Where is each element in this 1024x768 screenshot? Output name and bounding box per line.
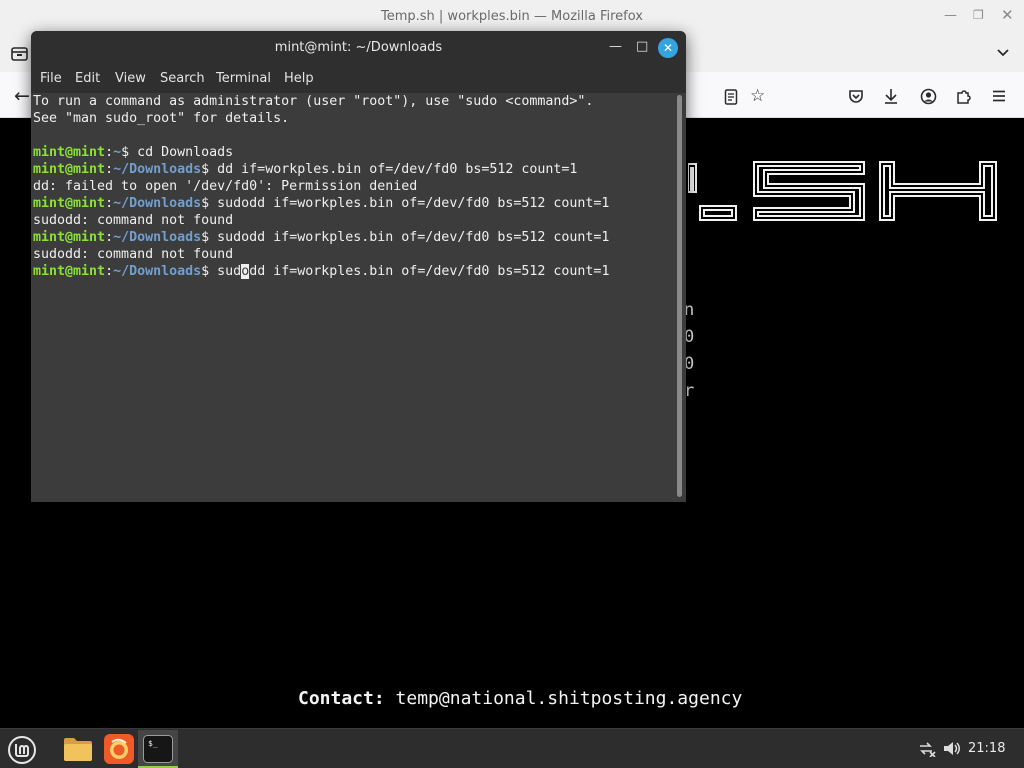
close-icon[interactable]: ✕ (1001, 6, 1014, 24)
terminal-prompt-line: mint@mint:~/Downloads$ dd if=workples.bi… (33, 162, 578, 177)
contact-label: Contact: (298, 688, 385, 709)
minimize-icon[interactable]: — (609, 39, 622, 55)
terminal-app-icon: $_ (143, 735, 173, 763)
prompt-user: mint@mint (33, 196, 106, 211)
terminal-title: mint@mint: ~/Downloads (274, 40, 443, 55)
reader-view-icon[interactable] (724, 89, 738, 105)
svg-text:$_: $_ (148, 739, 158, 748)
menu-terminal[interactable]: Terminal (216, 71, 271, 86)
downloads-icon[interactable] (883, 88, 899, 105)
account-icon[interactable] (920, 88, 937, 105)
firefox-view-icon[interactable] (11, 46, 28, 62)
volume-icon[interactable] (943, 740, 961, 757)
command-text: dd if=workples.bin of=/dev/fd0 bs=512 co… (217, 162, 578, 177)
contact-email-link[interactable]: temp@national.shitposting.agency (396, 688, 743, 709)
minimize-icon[interactable]: — (944, 8, 957, 23)
maximize-icon[interactable]: □ (636, 39, 648, 55)
prompt-user: mint@mint (33, 230, 106, 245)
terminal-output[interactable]: To run a command as administrator (user … (31, 93, 674, 502)
prompt-path: ~/Downloads (113, 162, 202, 177)
command-text: sudodd if=workples.bin of=/dev/fd0 bs=51… (217, 196, 610, 211)
terminal-line: See "man sudo_root" for details. (33, 111, 290, 126)
terminal-prompt-line: mint@mint:~/Downloads$ sudodd if=workple… (33, 230, 610, 245)
extensions-puzzle-icon[interactable] (956, 88, 973, 105)
terminal-line: dd: failed to open '/dev/fd0': Permissio… (33, 179, 418, 194)
close-icon[interactable]: ✕ (658, 38, 678, 58)
command-text-before-cursor: sud (217, 264, 242, 279)
command-text-after-cursor: dd if=workples.bin of=/dev/fd0 bs=512 co… (249, 264, 610, 279)
prompt-user: mint@mint (33, 162, 106, 177)
prompt-path: ~ (113, 145, 122, 160)
text-cursor: o (241, 264, 250, 279)
prompt-path: ~/Downloads (113, 230, 202, 245)
command-text: sudodd if=workples.bin of=/dev/fd0 bs=51… (217, 230, 610, 245)
terminal-prompt-line: mint@mint:~/Downloads$ sudodd if=workple… (33, 196, 610, 211)
back-arrow-icon[interactable]: ← (14, 86, 30, 106)
clock[interactable]: 21:18 (968, 741, 1005, 756)
mint-menu-icon[interactable] (7, 735, 37, 765)
prompt-path: ~/Downloads (113, 196, 202, 211)
network-disconnected-icon[interactable] (918, 741, 936, 757)
maximize-icon[interactable]: ❐ (973, 8, 984, 22)
firefox-app-icon[interactable] (104, 734, 134, 764)
firefox-window-title: Temp.sh | workples.bin — Mozilla Firefox (381, 9, 643, 24)
menu-help[interactable]: Help (284, 71, 314, 86)
menu-search[interactable]: Search (160, 71, 205, 86)
terminal-window: mint@mint: ~/Downloads — □ ✕ File Edit V… (31, 31, 686, 502)
terminal-line: sudodd: command not found (33, 213, 234, 228)
taskbar: $_ 21:18 (0, 728, 1024, 768)
prompt-user: mint@mint (33, 264, 106, 279)
firefox-titlebar[interactable]: Temp.sh | workples.bin — Mozilla Firefox… (0, 0, 1024, 34)
terminal-line: To run a command as administrator (user … (33, 94, 594, 109)
terminal-line: sudodd: command not found (33, 247, 234, 262)
menu-file[interactable]: File (40, 71, 62, 86)
hamburger-menu-icon[interactable] (992, 90, 1006, 102)
menu-view[interactable]: View (115, 71, 146, 86)
terminal-prompt-line: mint@mint:~$ cd Downloads (33, 145, 234, 160)
bookmark-star-icon[interactable]: ☆ (750, 86, 765, 106)
command-text: cd Downloads (137, 145, 234, 160)
file-manager-folder-icon[interactable] (63, 736, 93, 762)
terminal-scrollbar[interactable] (677, 95, 682, 497)
pocket-icon[interactable] (848, 89, 864, 104)
terminal-taskbar-button[interactable]: $_ (138, 730, 178, 768)
menu-edit[interactable]: Edit (75, 71, 100, 86)
tab-list-chevron-down-icon[interactable] (996, 48, 1010, 58)
terminal-menubar: File Edit View Search Terminal Help (31, 65, 686, 93)
prompt-path: ~/Downloads (113, 264, 202, 279)
contact-line: Contact: temp@national.shitposting.agenc… (298, 688, 742, 709)
prompt-user: mint@mint (33, 145, 106, 160)
terminal-titlebar[interactable]: mint@mint: ~/Downloads — □ ✕ (31, 31, 686, 65)
terminal-input-line[interactable]: mint@mint:~/Downloads$ sudodd if=workple… (33, 263, 609, 280)
site-logo (688, 161, 997, 221)
